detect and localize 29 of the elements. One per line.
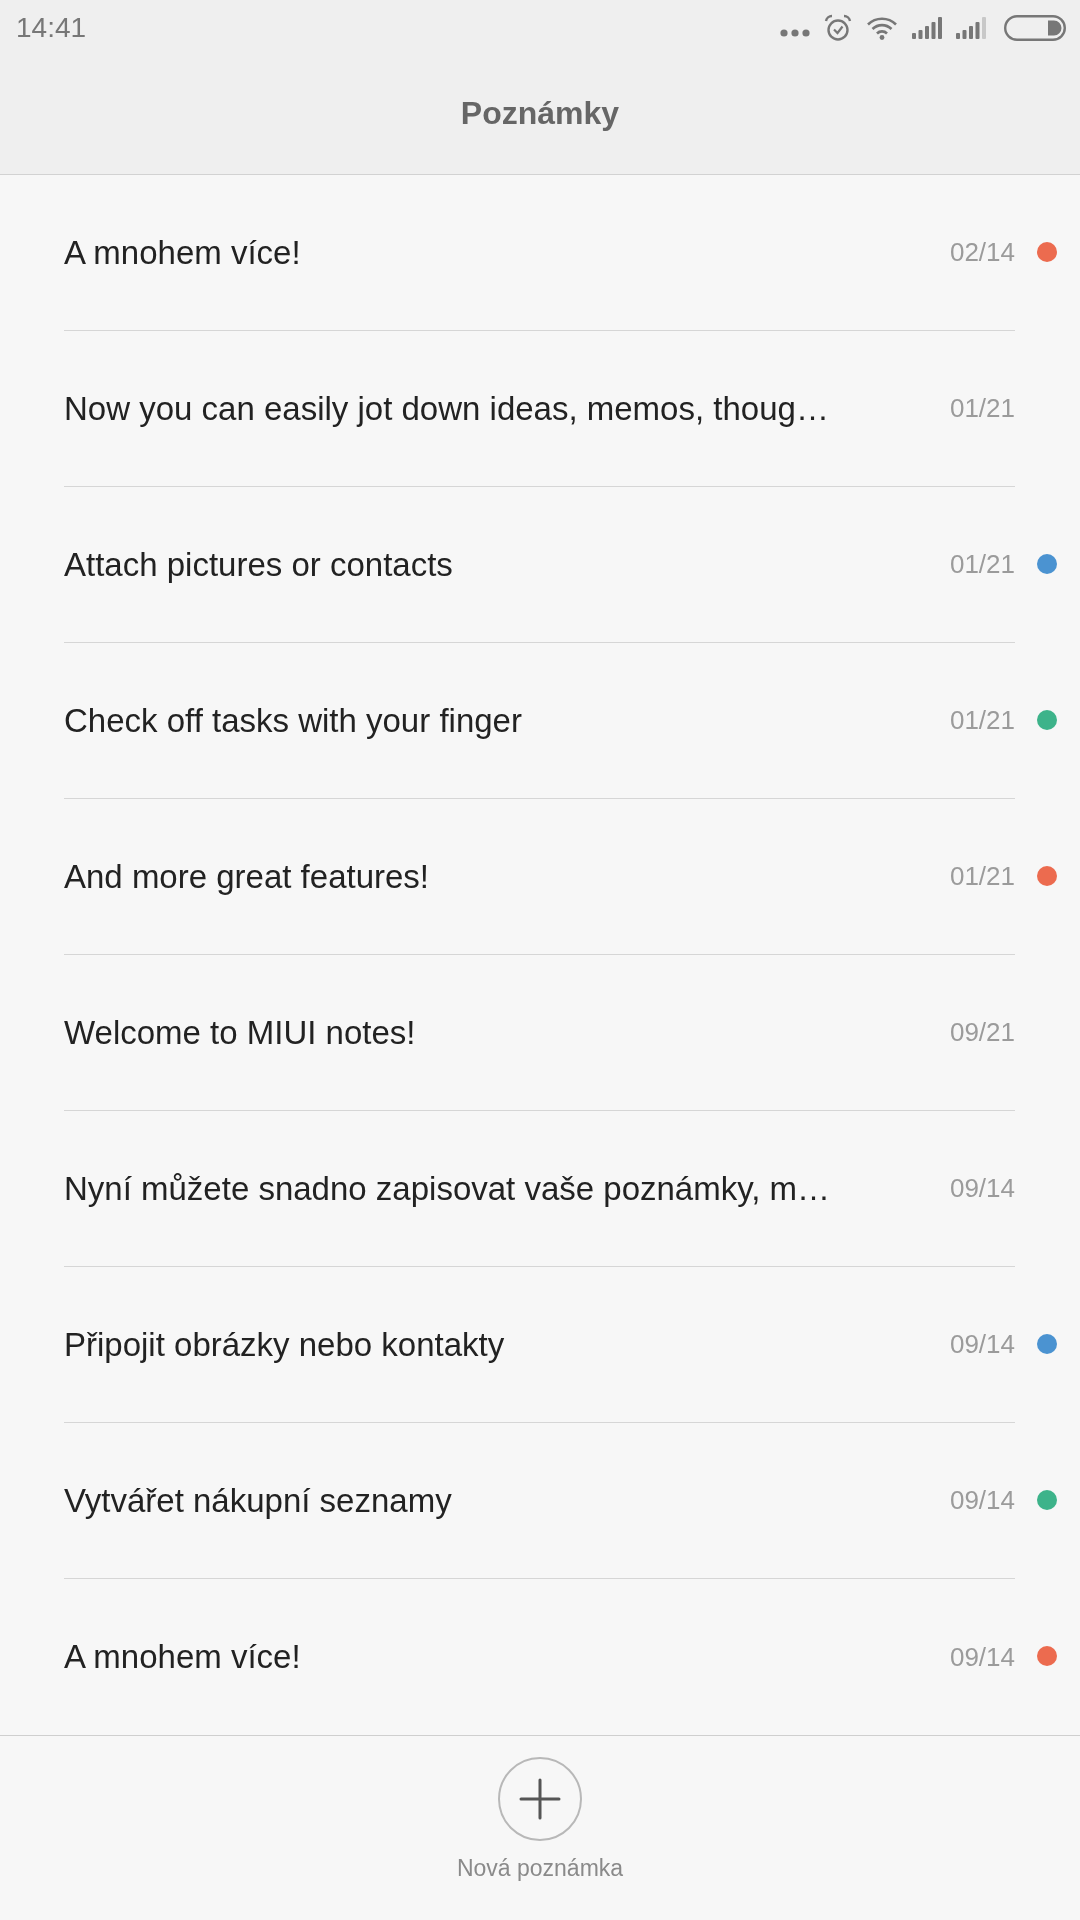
add-icon bbox=[498, 1757, 582, 1841]
note-title[interactable]: Attach pictures or contacts bbox=[64, 545, 453, 584]
note-date: 01/21 bbox=[949, 393, 1015, 424]
note-date: 09/14 bbox=[949, 1485, 1015, 1516]
note-date: 01/21 bbox=[949, 705, 1015, 736]
note-title[interactable]: Check off tasks with your finger bbox=[64, 701, 522, 740]
note-date: 02/14 bbox=[949, 237, 1015, 268]
note-date: 09/21 bbox=[949, 1017, 1015, 1048]
note-date: 09/14 bbox=[949, 1329, 1015, 1360]
screen-title: Poznámky bbox=[460, 94, 620, 132]
note-date: 01/21 bbox=[949, 549, 1015, 580]
note-title[interactable]: Welcome to MIUI notes! bbox=[64, 1013, 416, 1052]
signal-icon bbox=[912, 17, 942, 39]
wifi-icon bbox=[866, 16, 898, 40]
note-title[interactable]: Nyní můžete snadno zapisovat vaše poznámky, m… bbox=[64, 1169, 831, 1208]
note-title[interactable]: A mnohem více! bbox=[64, 233, 301, 272]
note-title[interactable]: And more great features! bbox=[64, 857, 430, 896]
note-date: 09/14 bbox=[949, 1641, 1015, 1673]
note-title[interactable]: Now you can easily jot down ideas, memos, thoug… bbox=[64, 389, 829, 428]
note-date: 01/21 bbox=[949, 861, 1015, 892]
signal-icon bbox=[956, 17, 986, 39]
note-date: 09/14 bbox=[949, 1173, 1015, 1204]
more-dots-icon bbox=[780, 29, 810, 37]
note-title[interactable]: Vytvářet nákupní seznamy bbox=[64, 1481, 452, 1520]
alarm-clock-icon bbox=[824, 14, 852, 42]
note-title[interactable]: A mnohem více! bbox=[64, 1638, 301, 1676]
status-time: 14:41 bbox=[16, 12, 87, 44]
note-title[interactable]: Připojit obrázky nebo kontakty bbox=[64, 1325, 505, 1364]
battery-icon bbox=[1004, 15, 1066, 41]
